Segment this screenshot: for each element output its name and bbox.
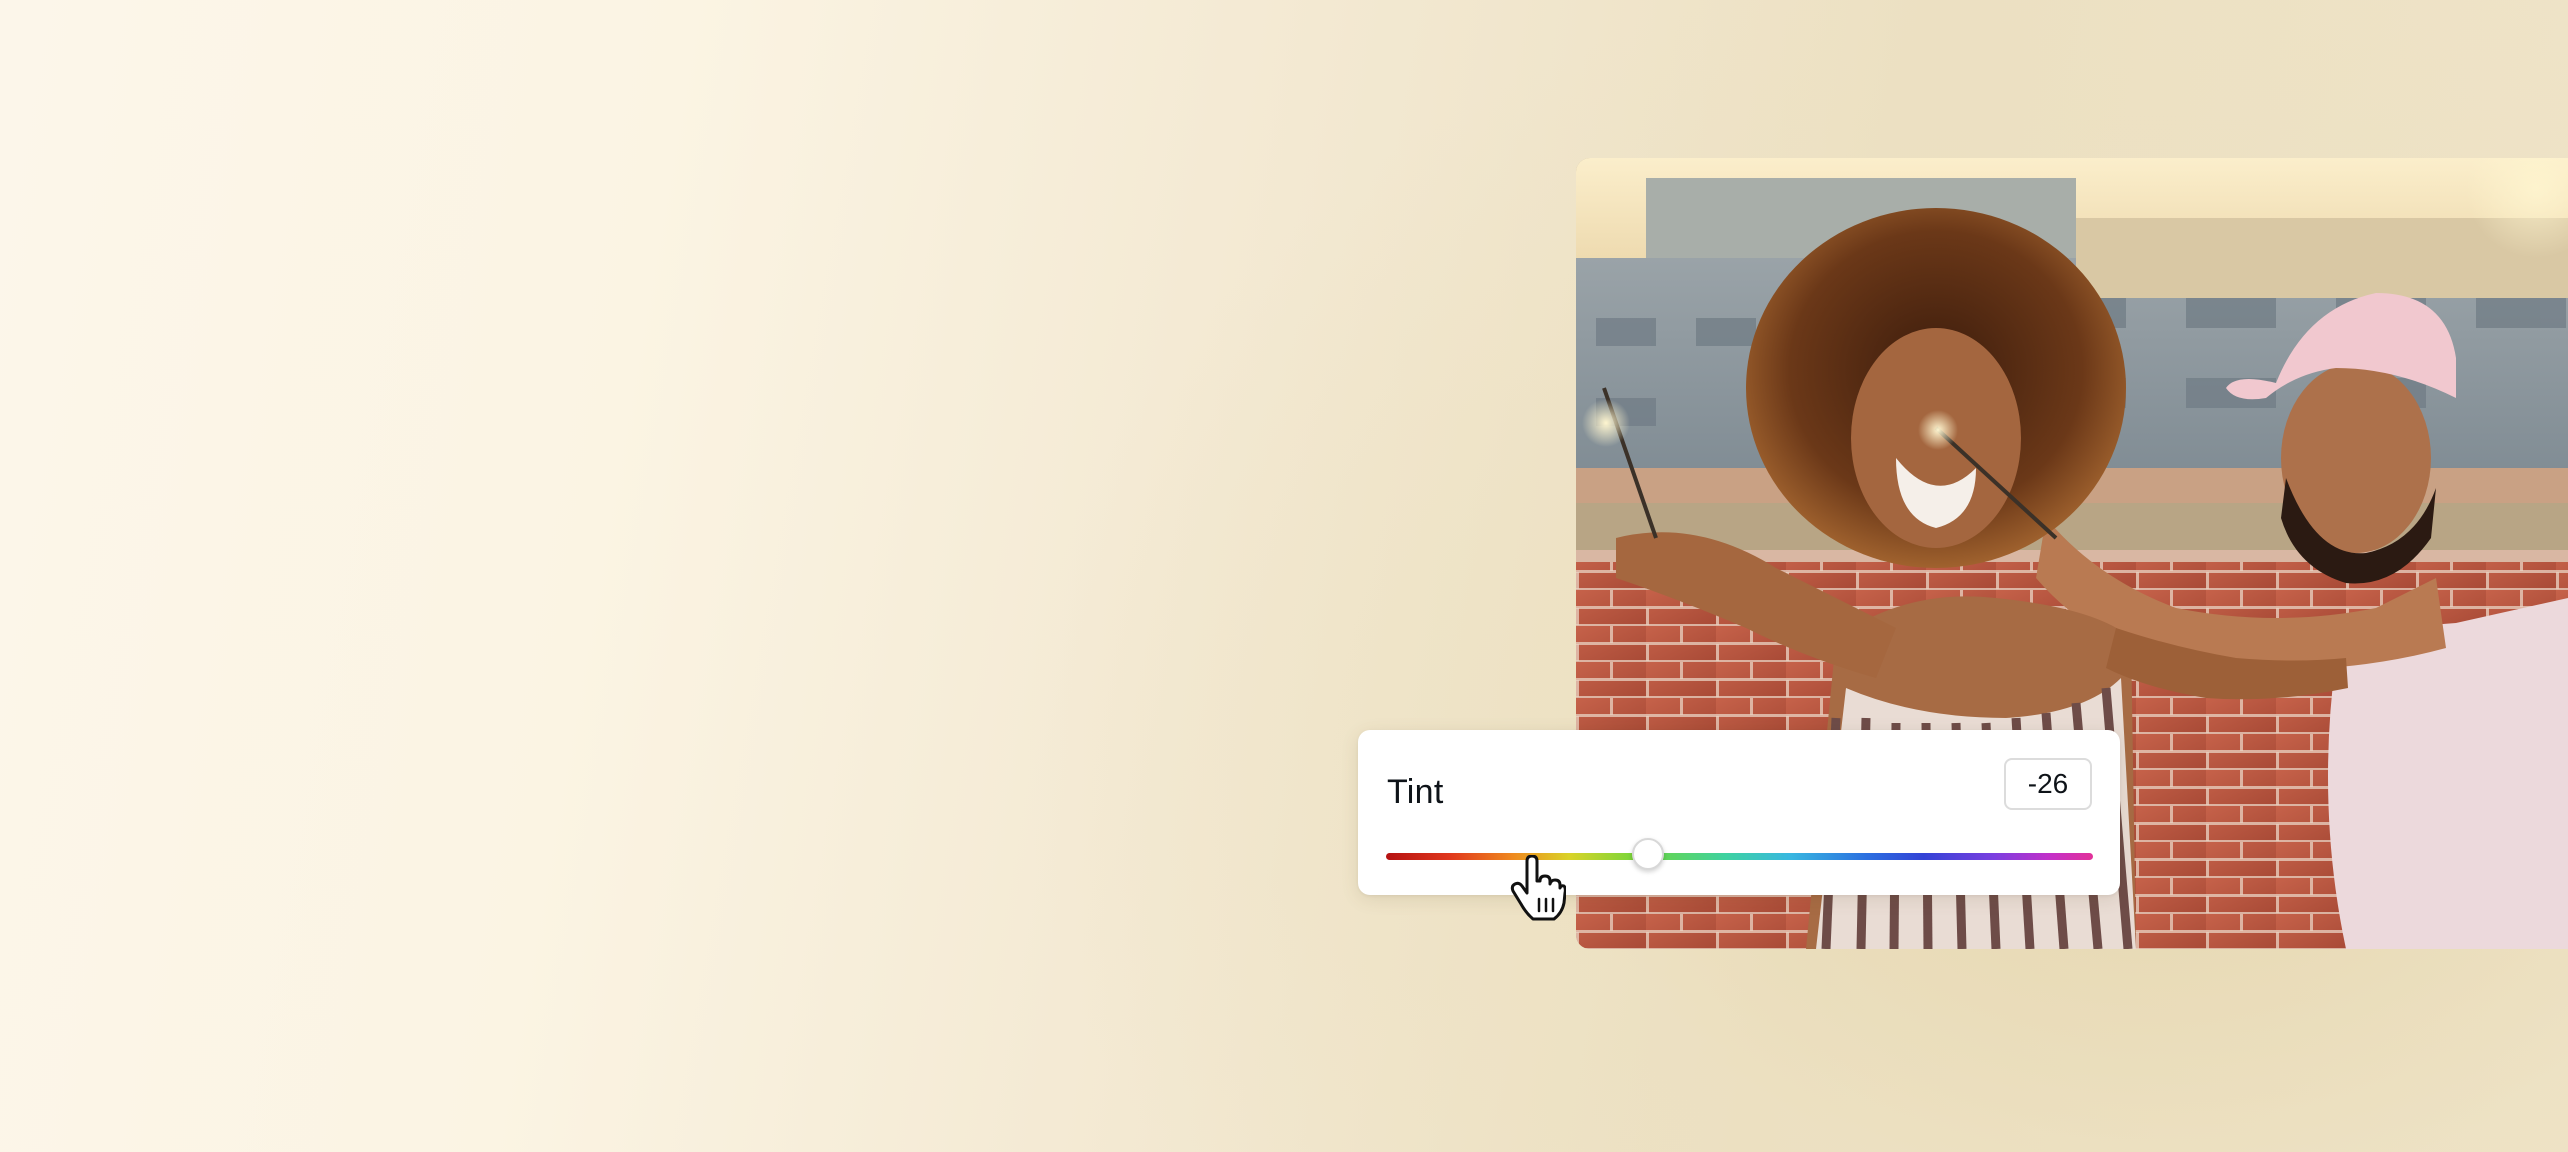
tint-slider-track[interactable] — [1386, 853, 2093, 860]
tint-panel: Tint -26 — [1358, 730, 2120, 895]
tint-value-input[interactable]: -26 — [2004, 758, 2092, 810]
tint-slider-thumb[interactable] — [1631, 838, 1664, 870]
tint-label: Tint — [1387, 773, 1444, 811]
hand-pointer-icon — [1510, 854, 1567, 921]
